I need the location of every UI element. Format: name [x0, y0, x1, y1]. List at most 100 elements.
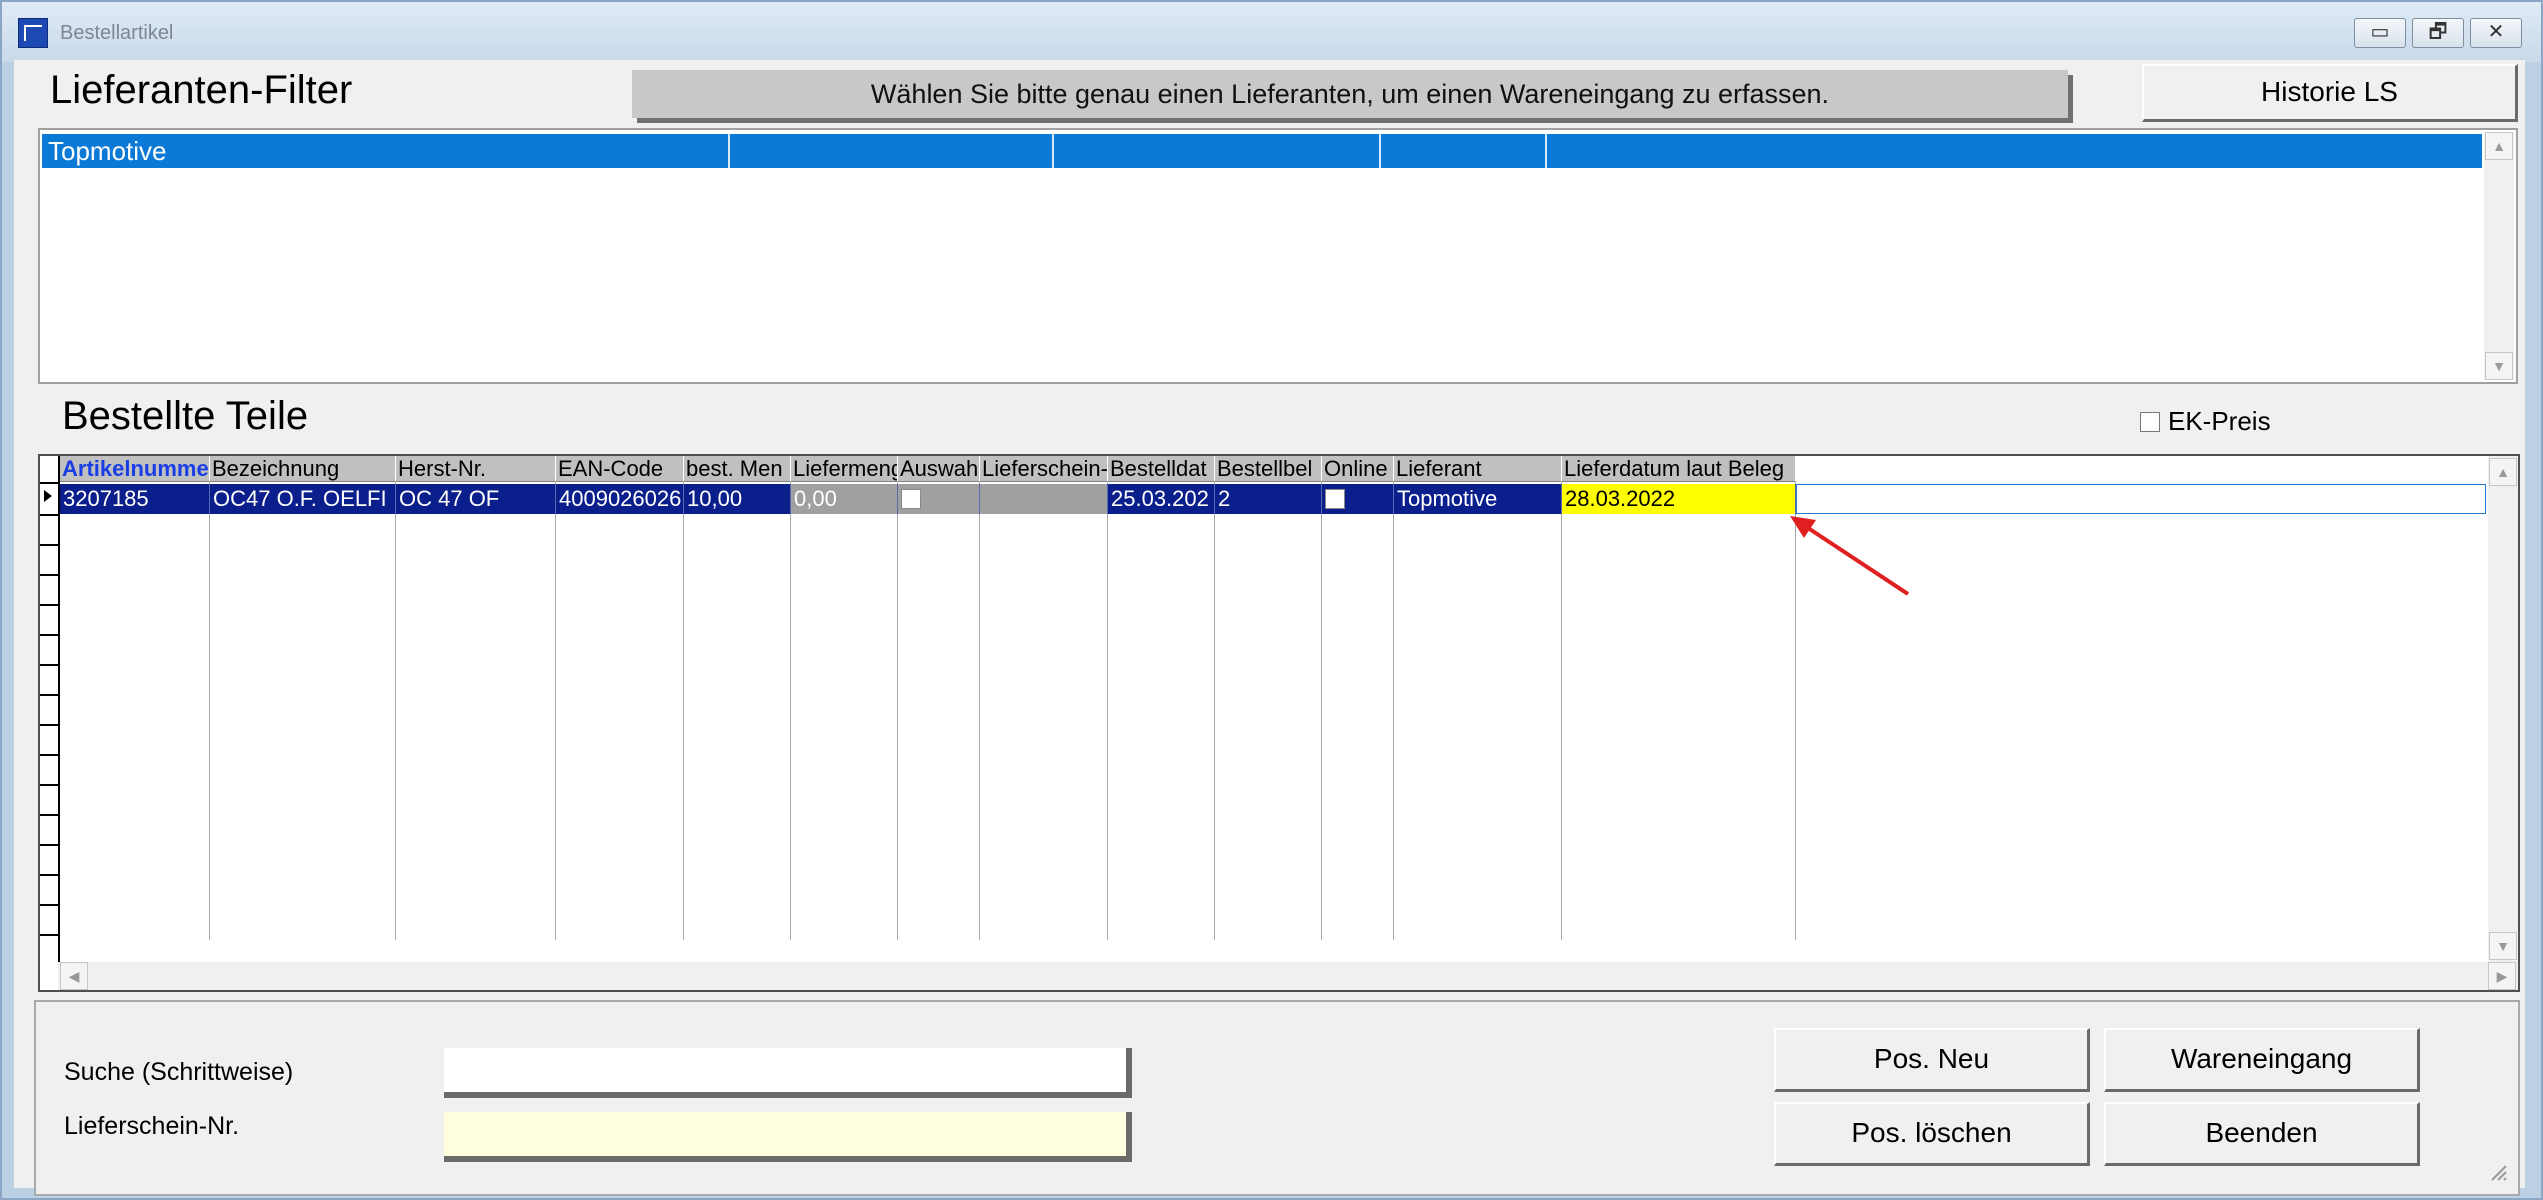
- col-header-auswahl[interactable]: Auswah: [898, 456, 980, 482]
- row-divider: [40, 514, 58, 516]
- column-line: [683, 482, 684, 940]
- online-checkbox[interactable]: [1325, 489, 1345, 509]
- row-divider: [40, 664, 58, 666]
- delivery-note-label: Lieferschein-Nr.: [64, 1112, 240, 1140]
- column-line: [897, 482, 898, 940]
- wareneingang-label: Wareneingang: [2170, 1043, 2353, 1074]
- col-header-lieferschein[interactable]: Lieferschein-: [980, 456, 1108, 482]
- filter-hint: Wählen Sie bitte genau einen Lieferanten…: [632, 70, 2068, 118]
- row-divider: [40, 754, 58, 756]
- column-line: [1107, 482, 1108, 940]
- beenden-button[interactable]: Beenden: [2104, 1102, 2420, 1166]
- history-ls-button[interactable]: Historie LS: [2142, 64, 2518, 122]
- col-header-bezeichnung[interactable]: Bezeichnung: [210, 456, 396, 482]
- list-column-2: [730, 134, 1054, 168]
- column-line: [1214, 482, 1215, 940]
- cell-lieferdatum[interactable]: 28.03.2022: [1562, 484, 1796, 514]
- grid-scroll-up-icon[interactable]: ▲: [2489, 458, 2517, 486]
- column-line: [979, 482, 980, 940]
- column-line: [209, 482, 210, 940]
- ek-preis-checkbox[interactable]: EK-Preis: [2140, 406, 2271, 437]
- pos-neu-button[interactable]: Pos. Neu: [1774, 1028, 2090, 1092]
- cell-liefermenge[interactable]: 0,00: [791, 484, 898, 514]
- cell-auswahl[interactable]: [898, 484, 980, 514]
- column-line: [1393, 482, 1394, 940]
- pos-neu-label: Pos. Neu: [1873, 1043, 1990, 1074]
- ordered-parts-grid[interactable]: Artikelnumme Bezeichnung Herst-Nr. EAN-C…: [38, 454, 2520, 992]
- grid-scroll-down-icon[interactable]: ▼: [2489, 932, 2517, 960]
- cell-lieferant[interactable]: Topmotive: [1394, 484, 1562, 514]
- form-panel: Suche (Schrittweise) Lieferschein-Nr. Po…: [34, 1000, 2520, 1196]
- col-header-lieferant[interactable]: Lieferant: [1394, 456, 1562, 482]
- cell-lieferschein[interactable]: [980, 484, 1108, 514]
- filter-heading: Lieferanten-Filter: [50, 68, 353, 112]
- checkbox-icon[interactable]: [2140, 412, 2160, 432]
- restore-button[interactable]: 🗗: [2412, 18, 2464, 48]
- supplier-list[interactable]: Topmotive ▲ ▼: [38, 128, 2518, 384]
- row-divider: [40, 784, 58, 786]
- grid-horizontal-scrollbar[interactable]: ◀ ▶: [58, 962, 2518, 990]
- minimize-button[interactable]: ▭: [2354, 18, 2406, 48]
- column-line: [790, 482, 791, 940]
- supplier-list-scrollbar[interactable]: ▲ ▼: [2484, 132, 2514, 380]
- row-divider: [40, 724, 58, 726]
- col-header-bestellbeleg[interactable]: Bestellbel: [1215, 456, 1322, 482]
- cell-bestellbeleg[interactable]: 2: [1215, 484, 1322, 514]
- app-icon: [18, 18, 48, 48]
- col-header-liefermenge[interactable]: Liefermeng: [791, 456, 898, 482]
- grid-vertical-scrollbar[interactable]: ▲ ▼: [2488, 456, 2518, 962]
- wareneingang-button[interactable]: Wareneingang: [2104, 1028, 2420, 1092]
- cell-best-menge[interactable]: 10,00: [684, 484, 791, 514]
- grid-scroll-right-icon[interactable]: ▶: [2488, 962, 2516, 990]
- cell-bestelldatum[interactable]: 25.03.202: [1108, 484, 1215, 514]
- row-divider: [40, 694, 58, 696]
- list-column-3: [1054, 134, 1381, 168]
- col-header-artikelnummer[interactable]: Artikelnumme: [60, 456, 210, 482]
- col-header-bestelldatum[interactable]: Bestelldat: [1108, 456, 1215, 482]
- orders-heading: Bestellte Teile: [62, 394, 309, 438]
- col-header-herst-nr[interactable]: Herst-Nr.: [396, 456, 556, 482]
- row-divider: [40, 482, 58, 484]
- col-header-best-menge[interactable]: best. Men: [684, 456, 791, 482]
- list-column-1: [42, 134, 730, 168]
- title-bar[interactable]: Bestellartikel ▭ 🗗 ✕: [2, 2, 2541, 62]
- cell-online[interactable]: [1322, 484, 1394, 514]
- row-divider: [40, 844, 58, 846]
- annotation-arrow-icon: [1790, 516, 1910, 596]
- resize-grip-icon[interactable]: [2488, 1162, 2508, 1182]
- grid-scroll-left-icon[interactable]: ◀: [60, 962, 88, 990]
- search-label: Suche (Schrittweise): [64, 1058, 294, 1086]
- delivery-note-input[interactable]: [444, 1112, 1132, 1162]
- cell-artikelnummer[interactable]: 3207185: [60, 484, 210, 514]
- supplier-list-item[interactable]: Topmotive: [42, 134, 2482, 168]
- pos-loeschen-label: Pos. löschen: [1851, 1117, 2012, 1148]
- window-title: Bestellartikel: [60, 22, 174, 44]
- pos-loeschen-button[interactable]: Pos. löschen: [1774, 1102, 2090, 1166]
- row-divider: [40, 904, 58, 906]
- col-header-lieferdatum[interactable]: Lieferdatum laut Beleg: [1562, 456, 1796, 482]
- row-divider: [40, 814, 58, 816]
- cell-ean-code[interactable]: 4009026026: [556, 484, 684, 514]
- list-column-4: [1381, 134, 1547, 168]
- current-row-arrow-icon: [44, 490, 52, 502]
- column-line: [555, 482, 556, 940]
- col-header-ean-code[interactable]: EAN-Code: [556, 456, 684, 482]
- column-line: [1321, 482, 1322, 940]
- ek-preis-label: EK-Preis: [2168, 406, 2271, 436]
- row-divider: [40, 634, 58, 636]
- history-ls-label: Historie LS: [2261, 76, 2398, 107]
- scroll-up-icon[interactable]: ▲: [2485, 132, 2513, 160]
- row-divider: [40, 934, 58, 936]
- auswahl-checkbox[interactable]: [901, 489, 921, 509]
- close-button[interactable]: ✕: [2470, 18, 2522, 48]
- col-header-online[interactable]: Online: [1322, 456, 1394, 482]
- column-line: [1561, 482, 1562, 940]
- search-input[interactable]: [444, 1048, 1132, 1098]
- row-divider: [40, 574, 58, 576]
- row-divider: [40, 874, 58, 876]
- scroll-down-icon[interactable]: ▼: [2485, 352, 2513, 380]
- row-divider: [40, 544, 58, 546]
- row-indicator-column: [40, 456, 60, 966]
- cell-bezeichnung[interactable]: OC47 O.F. OELFI: [210, 484, 396, 514]
- cell-herst-nr[interactable]: OC 47 OF: [396, 484, 556, 514]
